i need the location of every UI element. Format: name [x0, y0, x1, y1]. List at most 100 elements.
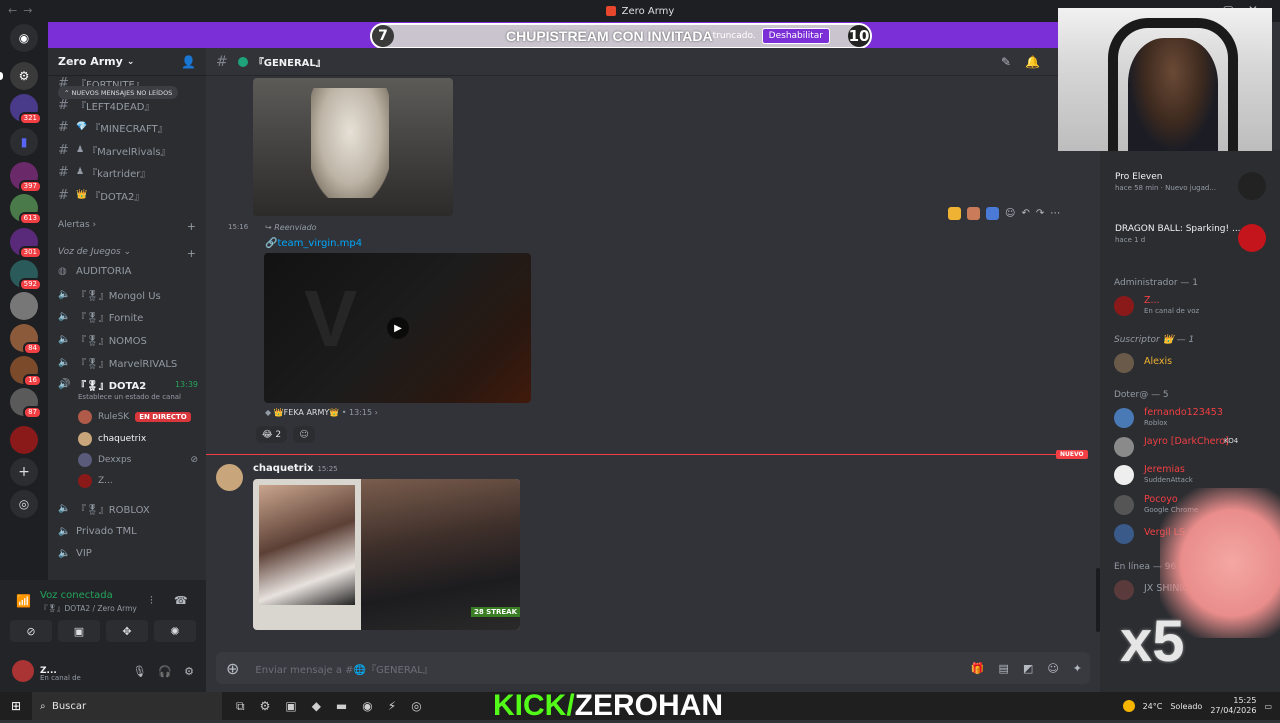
add-channel-icon[interactable]: + — [187, 220, 196, 233]
member-row[interactable]: fernando123453 Roblox — [1114, 406, 1274, 430]
settings-icon[interactable]: ⚙ — [260, 699, 271, 714]
server-icon[interactable] — [10, 292, 38, 320]
voice-member[interactable]: RuleSK EN DIRECTO — [78, 408, 198, 426]
voice-channel-nomos[interactable]: 🔈 『🎖』NOMOS — [58, 330, 198, 348]
channel-marvelrivals[interactable]: # ♟ 『MarvelRivals』 — [58, 141, 198, 159]
gear-icon[interactable]: ⚙ — [184, 665, 194, 678]
member-row[interactable]: Jeremias SuddenAttack — [1114, 463, 1274, 487]
channel-minecraft[interactable]: # 💎 『MINECRAFT』 — [58, 118, 198, 136]
disable-button[interactable]: Deshabilitar — [761, 28, 831, 44]
disconnect-icon[interactable]: ☎ — [174, 594, 188, 607]
forward-source[interactable]: ◆ 👑FEKA ARMY👑 • 13:15 › — [265, 408, 378, 417]
screen-share-icon[interactable]: ▣ — [58, 620, 100, 642]
voice-member[interactable]: Dexxps ⊘ — [78, 451, 198, 469]
image-attachment[interactable]: 28 STREAK — [253, 479, 520, 630]
reaction-emoji-icon[interactable] — [986, 206, 999, 220]
voice-channel-dota2[interactable]: 🔊 『🎖』DOTA2 13:39 — [58, 375, 198, 393]
voice-connected-channel[interactable]: 『🎖』DOTA2 / Zero Army — [40, 603, 137, 614]
headphones-icon[interactable]: 🎧 — [158, 665, 172, 678]
windows-start-icon[interactable]: ⊞ — [0, 699, 32, 713]
voice-channel-fornite[interactable]: 🔈 『🎖』Fornite — [58, 307, 198, 325]
gif-icon[interactable]: ▤ — [999, 662, 1009, 675]
emoji-icon[interactable]: ☺ — [1047, 662, 1058, 675]
forward-icon[interactable]: ↷ — [1036, 208, 1044, 219]
play-icon[interactable]: ▶ — [387, 317, 409, 339]
message-input[interactable]: Enviar mensaje a #🌐『GENERAL』 — [255, 661, 432, 676]
member-row[interactable]: Jayro [DarkChero] KO4 — [1114, 435, 1274, 459]
back-forward-arrows[interactable]: ←→ — [8, 4, 38, 17]
reaction-emoji-icon[interactable] — [948, 206, 961, 220]
voice-connected-title[interactable]: Voz conectada — [40, 590, 113, 601]
activities-icon[interactable]: ✥ — [106, 620, 148, 642]
threads-icon[interactable]: ✎ — [1001, 55, 1011, 69]
server-icon[interactable]: 87 — [10, 388, 42, 419]
server-icon[interactable]: 592 — [10, 260, 42, 291]
server-icon[interactable] — [10, 426, 38, 454]
video-player[interactable]: V ▶ — [264, 253, 531, 403]
server-icon[interactable]: 613 — [10, 194, 42, 225]
bell-icon[interactable]: 🔔 — [1025, 55, 1040, 69]
discord-icon[interactable]: ◉ — [362, 699, 372, 714]
message-composer[interactable]: ⊕ Enviar mensaje a #🌐『GENERAL』 🎁 ▤ ◩ ☺ ✦ — [216, 652, 1090, 684]
add-member-icon[interactable]: 👤 — [181, 55, 196, 69]
avatar[interactable] — [12, 660, 34, 682]
notifications-icon[interactable]: ▭ — [1264, 702, 1272, 711]
server-icon[interactable]: 301 — [10, 228, 42, 259]
apps-icon[interactable]: ✦ — [1073, 662, 1082, 675]
server-icon-zero-army[interactable]: ⚙ — [10, 62, 38, 90]
chrome-icon[interactable]: ◎ — [411, 699, 421, 714]
add-channel-icon[interactable]: + — [187, 247, 196, 260]
voice-channel-auditoria[interactable]: ◍ AUDITORIA — [58, 262, 198, 280]
microphone-icon[interactable]: 🎙 — [132, 665, 146, 678]
activity-card[interactable]: DRAGON BALL: Sparking! ... hace 1 d — [1114, 224, 1274, 252]
server-header[interactable]: Zero Army ⌄ 👤 — [48, 48, 206, 76]
folder-icon[interactable]: ▮ — [10, 128, 38, 156]
activity-card[interactable]: Pro Eleven hace 58 min · Nuevo jugad... — [1114, 172, 1274, 200]
discover-icon[interactable]: ◎ — [10, 490, 38, 518]
avatar[interactable] — [216, 464, 243, 491]
server-icon[interactable]: 16 — [10, 356, 42, 387]
voice-channel-privado[interactable]: 🔈 Privado TML — [58, 522, 198, 540]
voice-channel-mongol-us[interactable]: 🔈 『🎖』Mongol Us — [58, 285, 198, 303]
more-icon[interactable]: ⋯ — [1050, 208, 1060, 219]
message-author[interactable]: chaquetrix 15:25 — [253, 463, 338, 474]
voice-channel-roblox[interactable]: 🔈 『🎖』ROBLOX — [58, 499, 198, 517]
file-link[interactable]: 🔗team_virgin.mp4 — [265, 238, 362, 249]
server-icon[interactable]: 397 — [10, 162, 42, 193]
folder-icon[interactable]: ▬ — [336, 699, 347, 714]
add-server-icon[interactable]: + — [10, 458, 38, 486]
member-row[interactable]: Alexis — [1114, 351, 1274, 375]
member-row[interactable]: Z... En canal de voz — [1114, 294, 1274, 318]
app-icon[interactable]: ⚡ — [388, 699, 396, 714]
server-icon[interactable]: 84 — [10, 324, 42, 355]
voice-member[interactable]: chaquetrix — [78, 430, 198, 448]
channel-left4dead[interactable]: # 『LEFT4DEAD』 — [58, 96, 198, 114]
add-reaction-button[interactable]: ☺ — [293, 426, 316, 443]
server-icon[interactable]: 321 — [10, 94, 42, 125]
clock[interactable]: 15:25 27/04/2026 — [1210, 696, 1256, 716]
set-channel-status[interactable]: Establece un estado de canal — [78, 393, 181, 401]
voice-member[interactable]: Z... — [78, 472, 198, 490]
direct-messages-icon[interactable]: ◉ — [10, 24, 38, 52]
channel-dota2-text[interactable]: # 👑 『DOTA2』 — [58, 186, 198, 204]
sticker-icon[interactable]: ◩ — [1023, 662, 1033, 675]
reply-icon[interactable]: ↶ — [1021, 208, 1029, 219]
app-icon[interactable]: ▣ — [285, 699, 296, 714]
voice-channel-vip[interactable]: 🔈 VIP — [58, 544, 198, 562]
channel-kartrider[interactable]: # ♟ 『kartrider』 — [58, 163, 198, 181]
category-alerts[interactable]: Alertas › + — [58, 220, 196, 233]
voice-channel-marvelrivals[interactable]: 🔈 『🎖』MarvelRIVALS — [58, 353, 198, 371]
task-view-icon[interactable]: ⧉ — [236, 699, 245, 714]
add-reaction-icon[interactable]: ☺ — [1005, 208, 1015, 219]
noise-suppression-icon[interactable]: ⫶ — [150, 594, 153, 608]
soundboard-icon[interactable]: ✺ — [154, 620, 196, 642]
attach-plus-icon[interactable]: ⊕ — [226, 659, 239, 678]
taskbar-search[interactable]: ⌕ Buscar — [32, 692, 222, 720]
cat-gif[interactable] — [253, 78, 453, 216]
reaction-emoji-icon[interactable] — [967, 206, 980, 220]
reaction-chip[interactable]: 😂 2 — [256, 426, 288, 443]
gift-icon[interactable]: 🎁 — [971, 662, 985, 675]
camera-off-icon[interactable]: ⊘ — [10, 620, 52, 642]
app-icon[interactable]: ◆ — [312, 699, 321, 714]
category-voice[interactable]: Voz de Juegos ⌄ + — [58, 247, 196, 260]
